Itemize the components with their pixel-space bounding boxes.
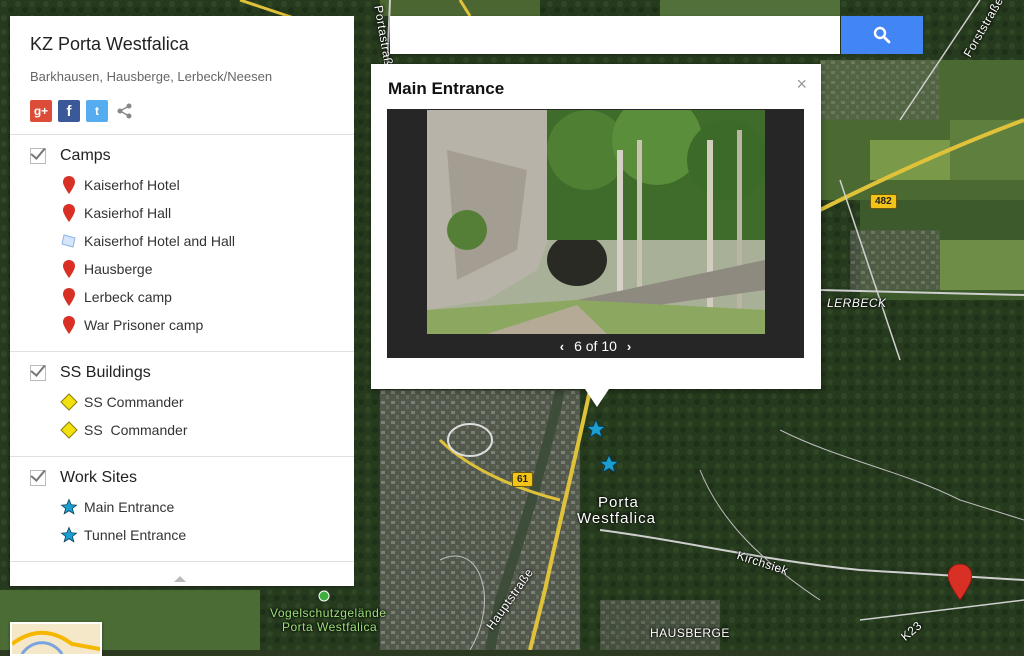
- map-label-westfalica: Westfalica: [577, 510, 656, 527]
- blue-star-icon: [60, 497, 78, 517]
- layer-toggle-ss-buildings[interactable]: SS Buildings: [10, 362, 354, 388]
- red-pin-marker[interactable]: [948, 564, 972, 600]
- feature-kaiserhof-hotel[interactable]: Kaiserhof Hotel: [10, 171, 354, 199]
- google-plus-share-button[interactable]: g+: [30, 100, 52, 122]
- layer-checkbox[interactable]: [30, 365, 46, 381]
- search-input[interactable]: [390, 16, 840, 54]
- map-label-hausberge: HAUSBERGE: [650, 626, 730, 640]
- layer-ss-buildings: SS Buildings SS Commander SS Commander: [10, 352, 354, 457]
- road-shield-61: 61: [512, 472, 534, 487]
- feature-tunnel-entrance[interactable]: Tunnel Entrance: [10, 521, 354, 549]
- park-icon: [318, 590, 330, 602]
- blue-star-icon: [60, 525, 78, 545]
- twitter-share-button[interactable]: t: [86, 100, 108, 122]
- facebook-share-button[interactable]: f: [58, 100, 80, 122]
- layer-toggle-work-sites[interactable]: Work Sites: [10, 467, 354, 493]
- feature-label: Kasierhof Hall: [84, 205, 172, 221]
- red-pin-icon: [60, 203, 78, 223]
- next-photo-button[interactable]: ›: [627, 339, 631, 354]
- feature-main-entrance[interactable]: Main Entrance: [10, 493, 354, 521]
- map-label-vogel2: Porta Westfalica: [282, 620, 378, 634]
- layer-name: Camps: [60, 147, 111, 164]
- feature-label: Tunnel Entrance: [84, 527, 187, 543]
- polygon-icon: [60, 231, 78, 251]
- feature-label: War Prisoner camp: [84, 317, 204, 333]
- feature-label: Main Entrance: [84, 499, 175, 515]
- search-icon: [873, 26, 891, 44]
- feature-kasierhof-hall[interactable]: Kasierhof Hall: [10, 199, 354, 227]
- feature-label: Lerbeck camp: [84, 289, 172, 305]
- close-icon[interactable]: ×: [796, 74, 807, 95]
- collapse-panel-icon[interactable]: [174, 576, 186, 582]
- red-pin-icon: [60, 259, 78, 279]
- layer-checkbox[interactable]: [30, 470, 46, 486]
- share-icon: [117, 103, 132, 119]
- photo-counter: 6 of 10: [574, 338, 617, 354]
- map-label-lerbeck: LERBECK: [827, 296, 887, 310]
- layer-checkbox[interactable]: [30, 148, 46, 164]
- yellow-diamond-icon: [60, 420, 78, 440]
- map-legend-panel: KZ Porta Westfalica Barkhausen, Hausberg…: [10, 16, 354, 586]
- map-label-vogel1: Vogelschutzgelände: [270, 606, 387, 620]
- feature-label: Hausberge: [84, 261, 153, 277]
- share-row: g+ f t: [30, 100, 334, 122]
- red-pin-icon: [60, 287, 78, 307]
- feature-label: Kaiserhof Hotel and Hall: [84, 233, 235, 249]
- previous-photo-button[interactable]: ‹: [560, 339, 564, 354]
- photo-pagination: ‹ 6 of 10 ›: [387, 338, 804, 354]
- yellow-diamond-icon: [60, 392, 78, 412]
- main-entrance-star-marker[interactable]: [585, 418, 607, 440]
- red-pin-icon: [60, 175, 78, 195]
- layer-name: Work Sites: [60, 469, 138, 486]
- layer-work-sites: Work Sites Main Entrance Tunnel Entrance: [10, 457, 354, 562]
- tunnel-entrance-star-marker[interactable]: [598, 453, 620, 475]
- layer-camps: Camps Kaiserhof Hotel Kasierhof Hall Kai…: [10, 135, 354, 352]
- feature-label: SS Commander: [84, 394, 184, 410]
- share-button[interactable]: [114, 100, 136, 122]
- feature-label: Kaiserhof Hotel: [84, 177, 180, 193]
- layer-toggle-camps[interactable]: Camps: [10, 145, 354, 171]
- photo-carousel: ‹ 6 of 10 ›: [387, 109, 804, 358]
- map-title: KZ Porta Westfalica: [30, 34, 189, 54]
- info-window: Main Entrance × ‹ 6 of 10 ›: [371, 64, 821, 407]
- basemap-toggle-thumbnail[interactable]: [10, 622, 102, 656]
- feature-war-prisoner-camp[interactable]: War Prisoner camp: [10, 311, 354, 339]
- road-shield-482: 482: [870, 194, 897, 209]
- feature-lerbeck-camp[interactable]: Lerbeck camp: [10, 283, 354, 311]
- info-window-title: Main Entrance: [388, 79, 505, 98]
- map-subtitle: Barkhausen, Hausberge, Lerbeck/Neesen: [30, 69, 273, 84]
- red-pin-icon: [60, 315, 78, 335]
- feature-hausberge[interactable]: Hausberge: [10, 255, 354, 283]
- layer-name: SS Buildings: [60, 364, 151, 381]
- feature-ss-commander[interactable]: SS Commander: [10, 388, 354, 416]
- location-photo[interactable]: [427, 110, 765, 334]
- feature-label: SS Commander: [84, 422, 188, 438]
- feature-ss-commander-2[interactable]: SS Commander: [10, 416, 354, 444]
- feature-kaiserhof-hotel-and-hall[interactable]: Kaiserhof Hotel and Hall: [10, 227, 354, 255]
- search-button[interactable]: [841, 16, 923, 54]
- legend-header: KZ Porta Westfalica Barkhausen, Hausberg…: [10, 16, 354, 135]
- map-label-porta: Porta: [598, 494, 639, 511]
